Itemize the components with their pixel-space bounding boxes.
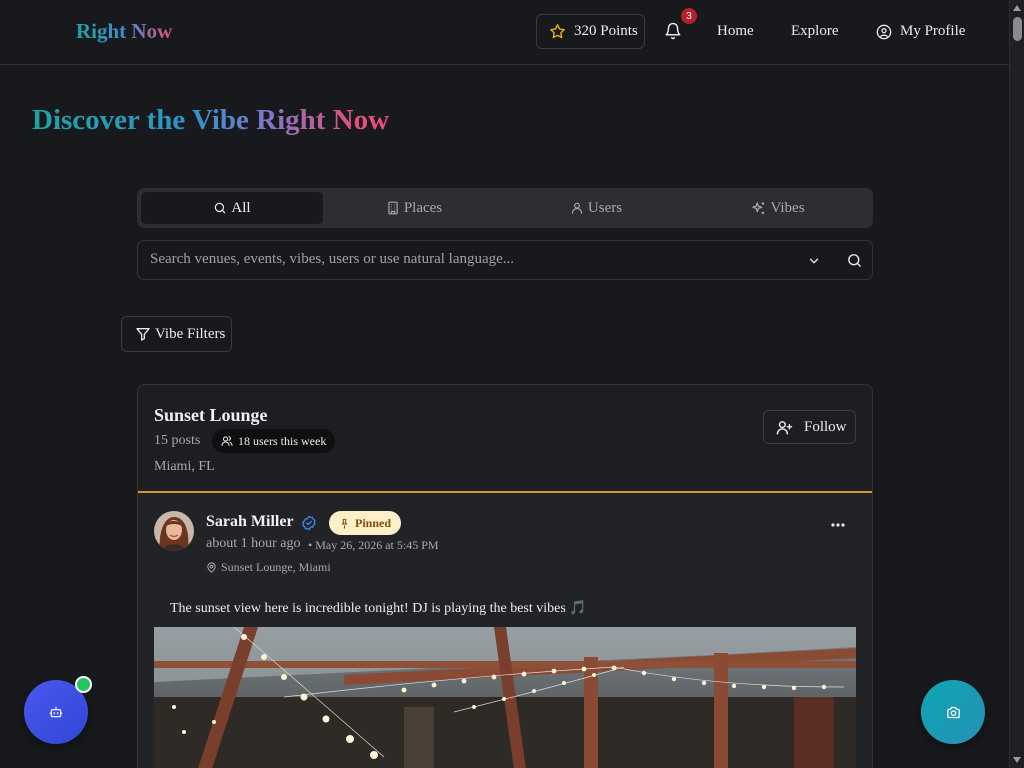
- user-plus-icon: [776, 420, 793, 435]
- search-icon: [215, 202, 226, 214]
- user-circle-icon: [876, 24, 892, 39]
- tab-label: Places: [403, 199, 443, 216]
- post-photo: [154, 627, 856, 768]
- search-input[interactable]: [150, 251, 780, 268]
- camera-icon: [946, 706, 960, 718]
- follow-button[interactable]: Follow: [763, 410, 856, 444]
- users-icon: [221, 436, 233, 446]
- top-header: Right Now 320 Points 3 Home Explore My P…: [0, 0, 1009, 65]
- pinned-badge: Pinned: [329, 511, 402, 535]
- weekly-users-label: 18 users this week: [238, 433, 327, 448]
- venue-location: Miami, FL: [154, 459, 215, 474]
- pinned-label: Pinned: [355, 515, 392, 530]
- building-icon: [388, 201, 398, 215]
- search-bar: [137, 240, 873, 280]
- bot-icon: [49, 706, 63, 718]
- post-image[interactable]: [154, 627, 856, 768]
- avatar[interactable]: [154, 511, 194, 551]
- nav-my-profile[interactable]: My Profile: [876, 23, 965, 40]
- page-title: Discover the Vibe Right Now: [32, 104, 390, 136]
- star-icon: [550, 24, 565, 39]
- weekly-users-badge: 18 users this week: [212, 429, 336, 453]
- scroll-thumb[interactable]: [1013, 17, 1022, 41]
- venue-card: Sunset Lounge 15 posts 18 users this wee…: [137, 384, 873, 768]
- filter-icon: [136, 328, 150, 341]
- venue-post-count: 15 posts: [154, 433, 201, 448]
- post-timestamp: • May 26, 2026 at 5:45 PM: [308, 538, 439, 552]
- tab-all[interactable]: All: [141, 192, 323, 224]
- nav-profile-label: My Profile: [900, 23, 966, 39]
- tab-users[interactable]: Users: [505, 192, 687, 224]
- post-time-ago: about 1 hour ago: [206, 536, 301, 551]
- follow-label: Follow: [804, 418, 847, 435]
- nav-home[interactable]: Home: [717, 23, 754, 40]
- camera-post-button[interactable]: [921, 680, 985, 744]
- avatar-photo: [154, 511, 194, 551]
- online-status-dot: [75, 676, 92, 693]
- points-button[interactable]: 320 Points: [536, 14, 645, 49]
- more-options-icon[interactable]: [831, 523, 845, 527]
- page-scrollbar[interactable]: [1009, 0, 1024, 768]
- post-author[interactable]: Sarah Miller: [206, 513, 294, 531]
- post-text: The sunset view here is incredible tonig…: [170, 601, 587, 616]
- map-pin-icon: [207, 562, 216, 573]
- points-label: 320 Points: [574, 23, 638, 39]
- sparkles-icon: [752, 201, 765, 214]
- venue-name[interactable]: Sunset Lounge: [154, 405, 268, 426]
- pin-icon: [341, 518, 348, 529]
- tab-label: Vibes: [770, 199, 805, 216]
- post-location-label: Sunset Lounge, Miami: [221, 560, 331, 574]
- user-icon: [571, 202, 583, 214]
- notification-badge: 3: [681, 8, 697, 24]
- verified-icon: [302, 515, 316, 531]
- app-logo[interactable]: Right Now: [76, 19, 172, 44]
- search-submit-icon[interactable]: [846, 252, 863, 269]
- bell-icon[interactable]: [664, 22, 682, 40]
- nav-explore[interactable]: Explore: [791, 23, 838, 40]
- vibe-filters-button[interactable]: Vibe Filters: [121, 316, 232, 352]
- search-tabs: All Places Users Vibes: [137, 188, 873, 228]
- tab-vibes[interactable]: Vibes: [687, 192, 869, 224]
- post-location[interactable]: Sunset Lounge, Miami: [206, 560, 331, 575]
- post-item: Sarah Miller Pinned about 1 hour ago • M…: [138, 493, 872, 768]
- scroll-down-arrow[interactable]: [1013, 757, 1021, 763]
- tab-label: Users: [587, 199, 623, 216]
- tab-label: All: [231, 199, 251, 216]
- chevron-down-icon[interactable]: [807, 254, 821, 268]
- scroll-up-arrow[interactable]: [1013, 5, 1021, 11]
- vibe-filters-label: Vibe Filters: [155, 325, 226, 342]
- tab-places[interactable]: Places: [323, 192, 505, 224]
